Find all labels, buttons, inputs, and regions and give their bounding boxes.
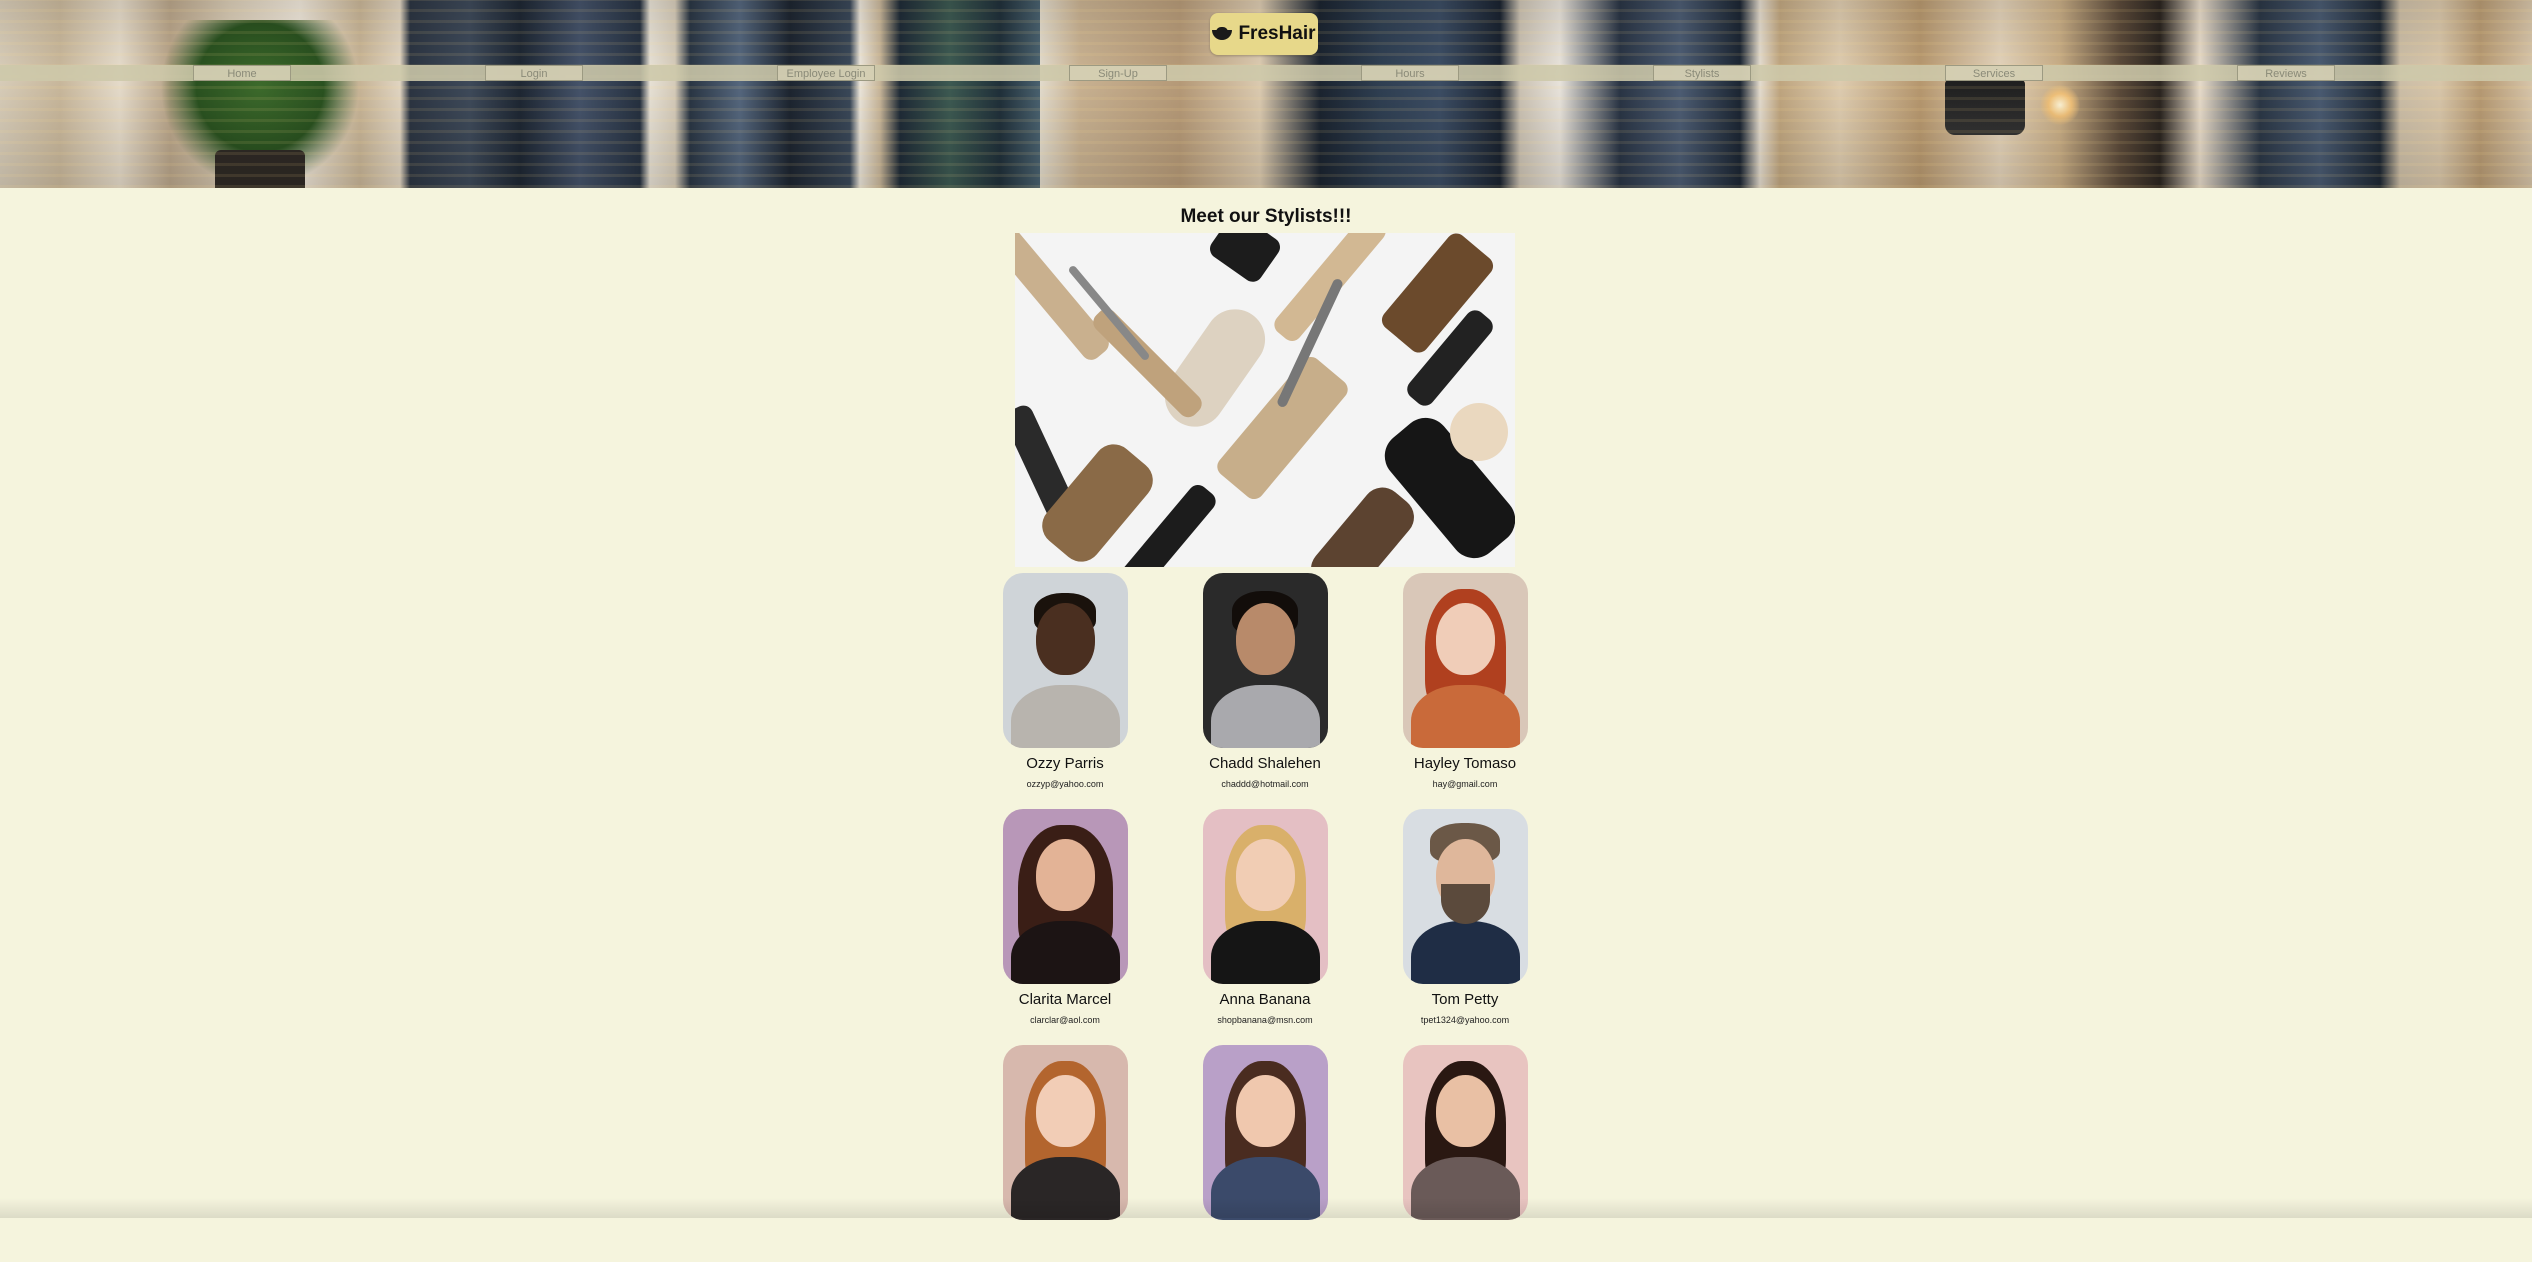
stylist-name: Hayley Tomaso [1413, 755, 1517, 772]
brand-logo[interactable]: FresHair [1210, 13, 1318, 55]
nav-link-login[interactable]: Login [485, 65, 583, 81]
hero-image-hair-tools [1015, 233, 1515, 567]
stylist-email[interactable]: shopbanana@msn.com [1165, 1014, 1365, 1026]
stylist-card[interactable] [1365, 1045, 1565, 1262]
stylist-name: Anna Banana [1219, 991, 1311, 1008]
stylist-card[interactable]: Tom Petty tpet1324@yahoo.com [1365, 809, 1565, 1026]
stylist-photo [1002, 809, 1128, 984]
stylist-card[interactable]: Clarita Marcel clarclar@aol.com [965, 809, 1165, 1026]
stylist-email[interactable]: ozzyp@yahoo.com [965, 778, 1165, 790]
stylist-photo [1202, 809, 1328, 984]
nav-link-sign-up[interactable]: Sign-Up [1069, 65, 1167, 81]
brand-name: FresHair [1238, 23, 1316, 44]
stylist-card[interactable]: Chadd Shalehen chaddd@hotmail.com [1165, 573, 1365, 790]
stylist-name: Clarita Marcel [1018, 991, 1112, 1008]
stylist-email[interactable]: tpet1324@yahoo.com [1365, 1014, 1565, 1026]
stylist-name: Tom Petty [1431, 991, 1499, 1008]
stylist-name: Chadd Shalehen [1209, 755, 1321, 772]
stylist-photo [1202, 1045, 1328, 1220]
stylist-name [1165, 1226, 1365, 1246]
stylist-photo [1402, 1045, 1528, 1220]
stylist-card[interactable]: Ozzy Parris ozzyp@yahoo.com [965, 573, 1165, 790]
stylist-card[interactable]: Anna Banana shopbanana@msn.com [1165, 809, 1365, 1026]
stylist-card[interactable]: Hayley Tomaso hay@gmail.com [1365, 573, 1565, 790]
nav-link-employee-login[interactable]: Employee Login [777, 65, 875, 81]
nav-link-home[interactable]: Home [193, 65, 291, 81]
stylist-name [1365, 1226, 1565, 1246]
stylist-name: Ozzy Parris [1026, 755, 1104, 772]
stylist-card[interactable] [1165, 1045, 1365, 1262]
stylist-email[interactable]: clarclar@aol.com [965, 1014, 1165, 1026]
stylist-email[interactable] [1165, 1250, 1365, 1262]
bowl-icon [1212, 27, 1233, 41]
page-title: Meet our Stylists!!! [1180, 206, 1352, 227]
stylist-email[interactable] [965, 1250, 1165, 1262]
nav-link-reviews[interactable]: Reviews [2237, 65, 2335, 81]
stylist-email[interactable]: hay@gmail.com [1365, 778, 1565, 790]
nav-link-hours[interactable]: Hours [1361, 65, 1459, 81]
stylist-photo [1002, 1045, 1128, 1220]
stylist-photo [1402, 573, 1528, 748]
nav-link-services[interactable]: Services [1945, 65, 2043, 81]
stylist-email[interactable]: chaddd@hotmail.com [1165, 778, 1365, 790]
nav-bar [0, 65, 2532, 81]
stylist-card[interactable] [965, 1045, 1165, 1262]
bottom-shadow [0, 1198, 2532, 1218]
stylist-photo [1002, 573, 1128, 748]
stylist-photo [1402, 809, 1528, 984]
nav-link-stylists[interactable]: Stylists [1653, 65, 1751, 81]
stylist-photo [1202, 573, 1328, 748]
stylist-email[interactable] [1365, 1250, 1565, 1262]
stylist-name [965, 1226, 1165, 1246]
